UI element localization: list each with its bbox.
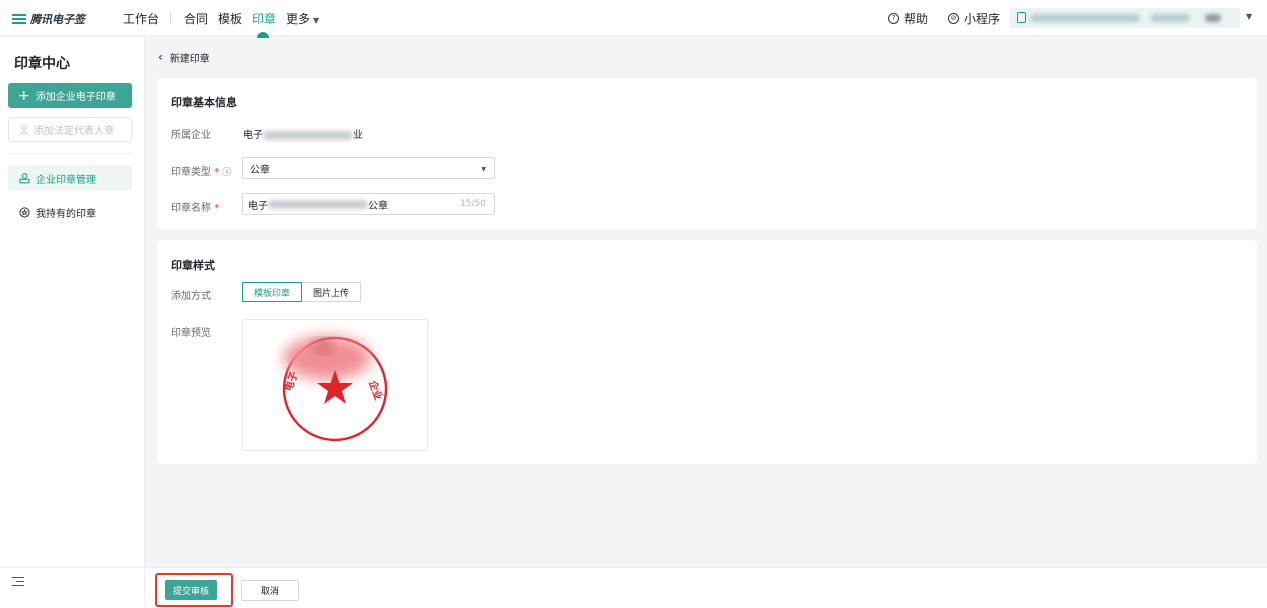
add-enterprise-seal-button[interactable]: + 添加企业电子印章 xyxy=(8,83,132,108)
required-mark: * xyxy=(214,203,220,214)
enterprise-value: 电子 业 xyxy=(243,126,363,141)
add-legal-rep-seal-label: 添加法定代表人章 xyxy=(34,126,114,137)
action-bar: 提交审核 取消 xyxy=(145,567,1267,608)
seal-name-suffix: 公章 xyxy=(368,200,388,212)
account-caret-icon[interactable]: ▼ xyxy=(1246,12,1252,21)
redacted-text xyxy=(268,199,368,209)
compass-icon: ⊘ xyxy=(948,13,959,24)
account-name-redacted xyxy=(1030,14,1140,22)
add-method-label: 添加方式 xyxy=(171,291,211,302)
back-chevron-icon[interactable]: ‹ xyxy=(158,50,163,64)
seal-text-right: 企业 xyxy=(366,378,385,402)
nav-seals[interactable]: 印章 xyxy=(252,10,276,27)
add-method-toggle: 模板印章 图片上传 xyxy=(242,282,362,302)
stamp-icon xyxy=(19,172,30,183)
nav-workbench[interactable]: 工作台 xyxy=(123,10,159,27)
avatar xyxy=(1205,14,1221,22)
nav-contracts[interactable]: 合同 xyxy=(184,10,208,27)
seal-type-select[interactable]: 公章 ▼ xyxy=(242,157,495,179)
cancel-button[interactable]: 取消 xyxy=(241,580,299,601)
enterprise-value-prefix: 电子 xyxy=(243,130,263,141)
seal-type-label-text: 印章类型 xyxy=(171,167,211,178)
sidebar-item-label: 企业印章管理 xyxy=(36,174,96,186)
nav-templates[interactable]: 模板 xyxy=(218,10,242,27)
basic-info-card: 印章基本信息 所属企业 电子业 印章类型 * ⓘ 公章 ▼ 印章名称 * 电子公… xyxy=(157,78,1257,229)
collapse-sidebar-icon[interactable] xyxy=(12,577,24,587)
page-title: 新建印章 xyxy=(169,53,210,65)
char-counter: 15/50 xyxy=(460,199,486,209)
sidebar-title: 印章中心 xyxy=(14,56,70,72)
logo-text: 腾讯电子签 xyxy=(30,13,85,26)
sidebar-divider xyxy=(8,153,134,154)
seal-image: 电子 企业 xyxy=(282,336,388,442)
chevron-down-icon: ▼ xyxy=(313,16,320,25)
help-link[interactable]: ? 帮助 xyxy=(888,10,928,27)
seal-type-value: 公章 xyxy=(250,164,270,176)
seal-name-label: 印章名称 * xyxy=(171,199,219,214)
required-mark: * xyxy=(214,167,220,178)
sidebar: 印章中心 + 添加企业电子印章 添加法定代表人章 企业印章管理 我持有的印章 xyxy=(0,37,145,608)
question-icon: ? xyxy=(888,13,899,24)
submit-review-button[interactable]: 提交审核 xyxy=(165,580,217,600)
mini-program-link[interactable]: ⊘ 小程序 xyxy=(948,10,1000,27)
seal-type-label: 印章类型 * ⓘ xyxy=(171,163,231,178)
shield-icon xyxy=(1017,12,1026,23)
person-icon xyxy=(19,124,29,135)
nav-more-label: 更多 xyxy=(286,12,311,26)
breadcrumb: ‹ 新建印章 xyxy=(145,37,1267,77)
add-legal-rep-seal-button[interactable]: 添加法定代表人章 xyxy=(8,117,132,142)
seal-name-prefix: 电子 xyxy=(248,200,268,212)
top-navigation-bar: 腾讯电子签 工作台 合同 模板 印章 更多 ▼ ? 帮助 ⊘ 小程序 ▼ xyxy=(0,0,1267,38)
template-seal-option[interactable]: 模板印章 xyxy=(242,282,303,302)
seal-name-input[interactable]: 电子 公章 15/50 xyxy=(242,193,495,215)
sidebar-item-enterprise-seals[interactable]: 企业印章管理 xyxy=(8,165,132,191)
redacted-text xyxy=(263,130,353,140)
info-icon[interactable]: ⓘ xyxy=(222,168,231,178)
sidebar-item-my-seals[interactable]: 我持有的印章 xyxy=(8,199,132,225)
sidebar-footer-divider xyxy=(0,567,145,568)
star-badge-icon xyxy=(19,206,30,218)
chevron-down-icon: ▼ xyxy=(481,166,486,173)
enterprise-label: 所属企业 xyxy=(171,130,211,141)
brand-logo[interactable]: 腾讯电子签 xyxy=(12,11,85,27)
seal-style-title: 印章样式 xyxy=(171,259,215,272)
seal-preview: 电子 企业 xyxy=(242,319,428,451)
account-switcher[interactable] xyxy=(1010,8,1240,28)
help-label: 帮助 xyxy=(904,12,929,26)
nav-divider xyxy=(170,12,171,24)
plus-icon: + xyxy=(18,87,30,104)
seal-name-label-text: 印章名称 xyxy=(171,203,211,214)
basic-info-title: 印章基本信息 xyxy=(171,96,237,109)
sidebar-item-label: 我持有的印章 xyxy=(36,208,96,220)
logo-icon xyxy=(12,14,26,24)
enterprise-value-suffix: 业 xyxy=(353,130,363,141)
account-detail-redacted xyxy=(1150,14,1190,22)
nav-more[interactable]: 更多 ▼ xyxy=(286,10,319,27)
seal-style-card: 印章样式 添加方式 模板印章 图片上传 印章预览 电子 企业 xyxy=(157,240,1257,464)
mini-program-label: 小程序 xyxy=(964,12,1001,26)
preview-label: 印章预览 xyxy=(171,328,211,339)
image-upload-option[interactable]: 图片上传 xyxy=(302,282,362,302)
add-enterprise-seal-label: 添加企业电子印章 xyxy=(35,92,116,103)
